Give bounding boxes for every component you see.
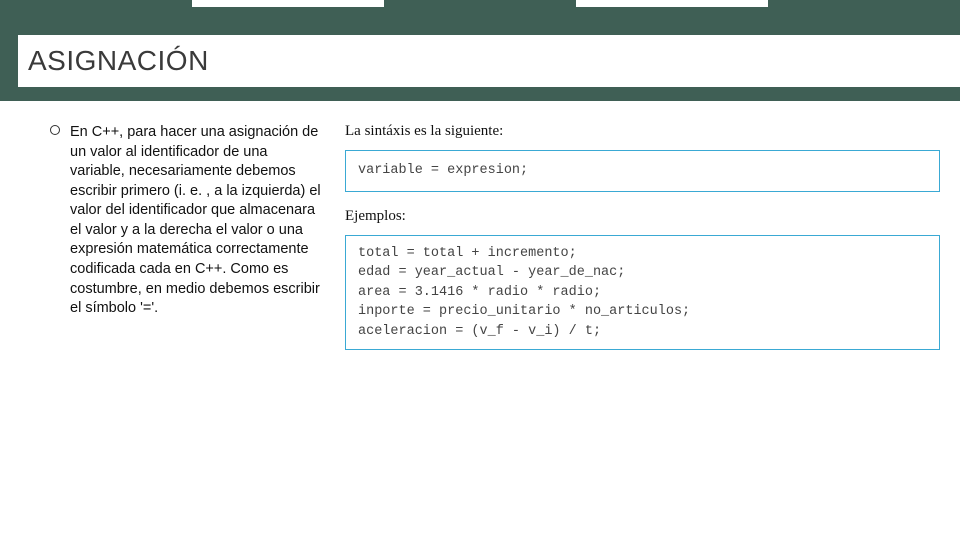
content-area: En C++, para hacer una asignación de un … xyxy=(0,101,960,366)
accent-bar-segment xyxy=(384,0,576,7)
title-band: ASIGNACIÓN xyxy=(0,7,960,101)
accent-bar-gap xyxy=(576,0,768,7)
bullet-icon xyxy=(50,125,60,135)
accent-bar-segment xyxy=(0,0,192,7)
accent-bar-gap xyxy=(192,0,384,7)
examples-code-box: total = total + incremento; edad = year_… xyxy=(345,235,940,351)
syntax-label: La sintáxis es la siguiente: xyxy=(345,123,940,140)
title-inner: ASIGNACIÓN xyxy=(18,35,960,87)
top-accent-bars xyxy=(0,0,960,7)
bullet-text: En C++, para hacer una asignación de un … xyxy=(70,123,325,319)
examples-label: Ejemplos: xyxy=(345,208,940,225)
left-column: En C++, para hacer una asignación de un … xyxy=(20,123,325,366)
syntax-code-box: variable = expresion; xyxy=(345,150,940,192)
right-column: La sintáxis es la siguiente: variable = … xyxy=(345,123,940,366)
slide-title: ASIGNACIÓN xyxy=(28,45,960,77)
accent-bar-segment xyxy=(768,0,960,7)
